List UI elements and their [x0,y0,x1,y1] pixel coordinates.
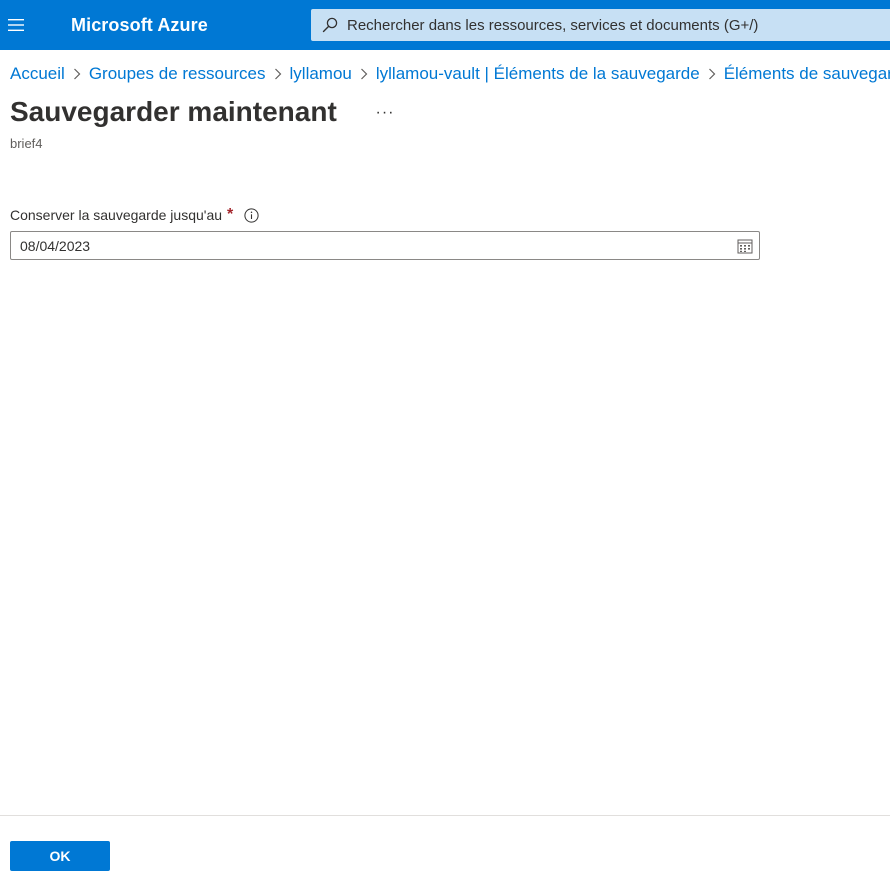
chevron-right-icon [352,68,376,80]
breadcrumb-item-resource-group[interactable]: lyllamou [290,64,352,84]
info-icon[interactable] [244,207,259,223]
ok-button[interactable]: OK [10,841,110,871]
top-bar: Microsoft Azure Rechercher dans les ress… [0,0,890,50]
breadcrumb: Accueil Groupes de ressources lyllamou l… [10,62,890,86]
chevron-right-icon [266,68,290,80]
chevron-right-icon [700,68,724,80]
retain-until-date-picker[interactable] [10,231,760,260]
brand-title[interactable]: Microsoft Azure [71,0,208,50]
chevron-right-icon [65,68,89,80]
global-search[interactable]: Rechercher dans les ressources, services… [311,9,890,41]
more-options-button[interactable]: ··· [374,104,396,124]
footer-divider [0,815,890,816]
calendar-icon[interactable] [737,238,753,254]
breadcrumb-item-home[interactable]: Accueil [10,64,65,84]
required-marker: * [227,206,234,223]
search-input[interactable]: Rechercher dans les ressources, services… [347,17,758,34]
page-title: Sauvegarder maintenant [10,96,337,127]
retain-until-label-group: Conserver la sauvegarde jusqu'au * [10,206,259,224]
search-icon [321,16,339,34]
retain-until-date-field[interactable] [20,232,720,259]
hamburger-icon[interactable] [0,0,32,50]
retain-until-label: Conserver la sauvegarde jusqu'au [10,207,223,223]
breadcrumb-item-vault[interactable]: lyllamou-vault | Éléments de la sauvegar… [376,64,700,84]
breadcrumb-item-resource-groups[interactable]: Groupes de ressources [89,64,266,84]
breadcrumb-item-backup-items[interactable]: Éléments de sauvegarde [724,64,890,84]
page-subtitle: brief4 [10,136,43,151]
